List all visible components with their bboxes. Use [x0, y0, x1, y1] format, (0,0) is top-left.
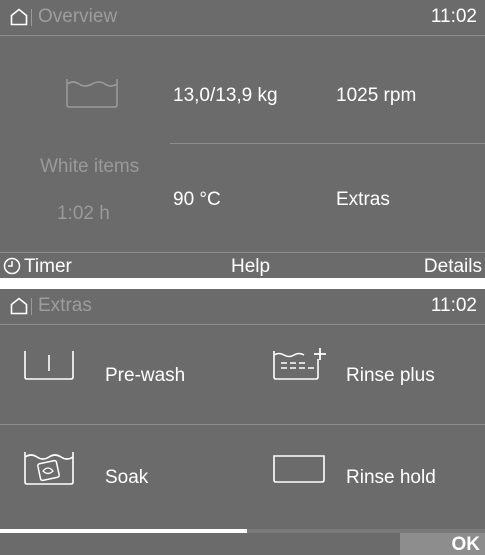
timer-button[interactable]: Timer: [24, 256, 72, 278]
prewash-option[interactable]: Pre-wash: [0, 325, 243, 425]
soak-option[interactable]: Soak: [0, 425, 243, 529]
settings-divider: [170, 143, 485, 144]
rinse-hold-icon: [273, 455, 325, 483]
program-name: White items: [40, 156, 140, 177]
ok-label: OK: [451, 534, 481, 555]
rinse-plus-icon: [273, 348, 326, 380]
page-title: Extras: [38, 295, 92, 316]
extras-top-bar: Extras 11:02: [0, 289, 485, 325]
rinse-plus-option[interactable]: Rinse plus: [243, 325, 485, 425]
program-duration: 1:02 h: [57, 203, 110, 224]
soak-label: Soak: [105, 467, 149, 488]
page-title: Overview: [38, 6, 118, 27]
ok-button[interactable]: OK: [400, 533, 485, 555]
extras-screen: Extras 11:02 Pre-wash Rinse plus Soak Ri…: [0, 289, 485, 555]
title-separator: [31, 298, 32, 315]
extras-value[interactable]: Extras: [336, 189, 390, 211]
clock-time: 11:02: [430, 6, 477, 27]
overview-bottom-bar: Timer Help Details: [0, 252, 485, 278]
prewash-icon: [24, 351, 74, 380]
rinse-plus-label: Rinse plus: [346, 365, 435, 386]
clock-icon[interactable]: [3, 257, 21, 275]
prewash-label: Pre-wash: [105, 365, 186, 386]
rinse-hold-option[interactable]: Rinse hold: [243, 425, 485, 529]
load-value[interactable]: 13,0/13,9 kg: [173, 85, 278, 107]
clock-time: 11:02: [430, 295, 477, 316]
help-button[interactable]: Help: [231, 256, 270, 278]
rinse-hold-label: Rinse hold: [346, 467, 436, 488]
overview-screen: Overview 11:02 White items 1:02 h 13,0/1…: [0, 0, 485, 278]
overview-top-bar: Overview 11:02: [0, 0, 485, 36]
soak-icon: [24, 452, 74, 485]
tub-icon: [66, 79, 118, 108]
home-icon[interactable]: [10, 8, 28, 26]
title-separator: [31, 9, 32, 26]
page-progress-fill: [0, 529, 248, 533]
details-button[interactable]: Details: [424, 256, 482, 278]
temperature-value[interactable]: 90 °C: [173, 189, 221, 211]
home-icon[interactable]: [10, 297, 28, 315]
spin-value[interactable]: 1025 rpm: [336, 85, 416, 107]
